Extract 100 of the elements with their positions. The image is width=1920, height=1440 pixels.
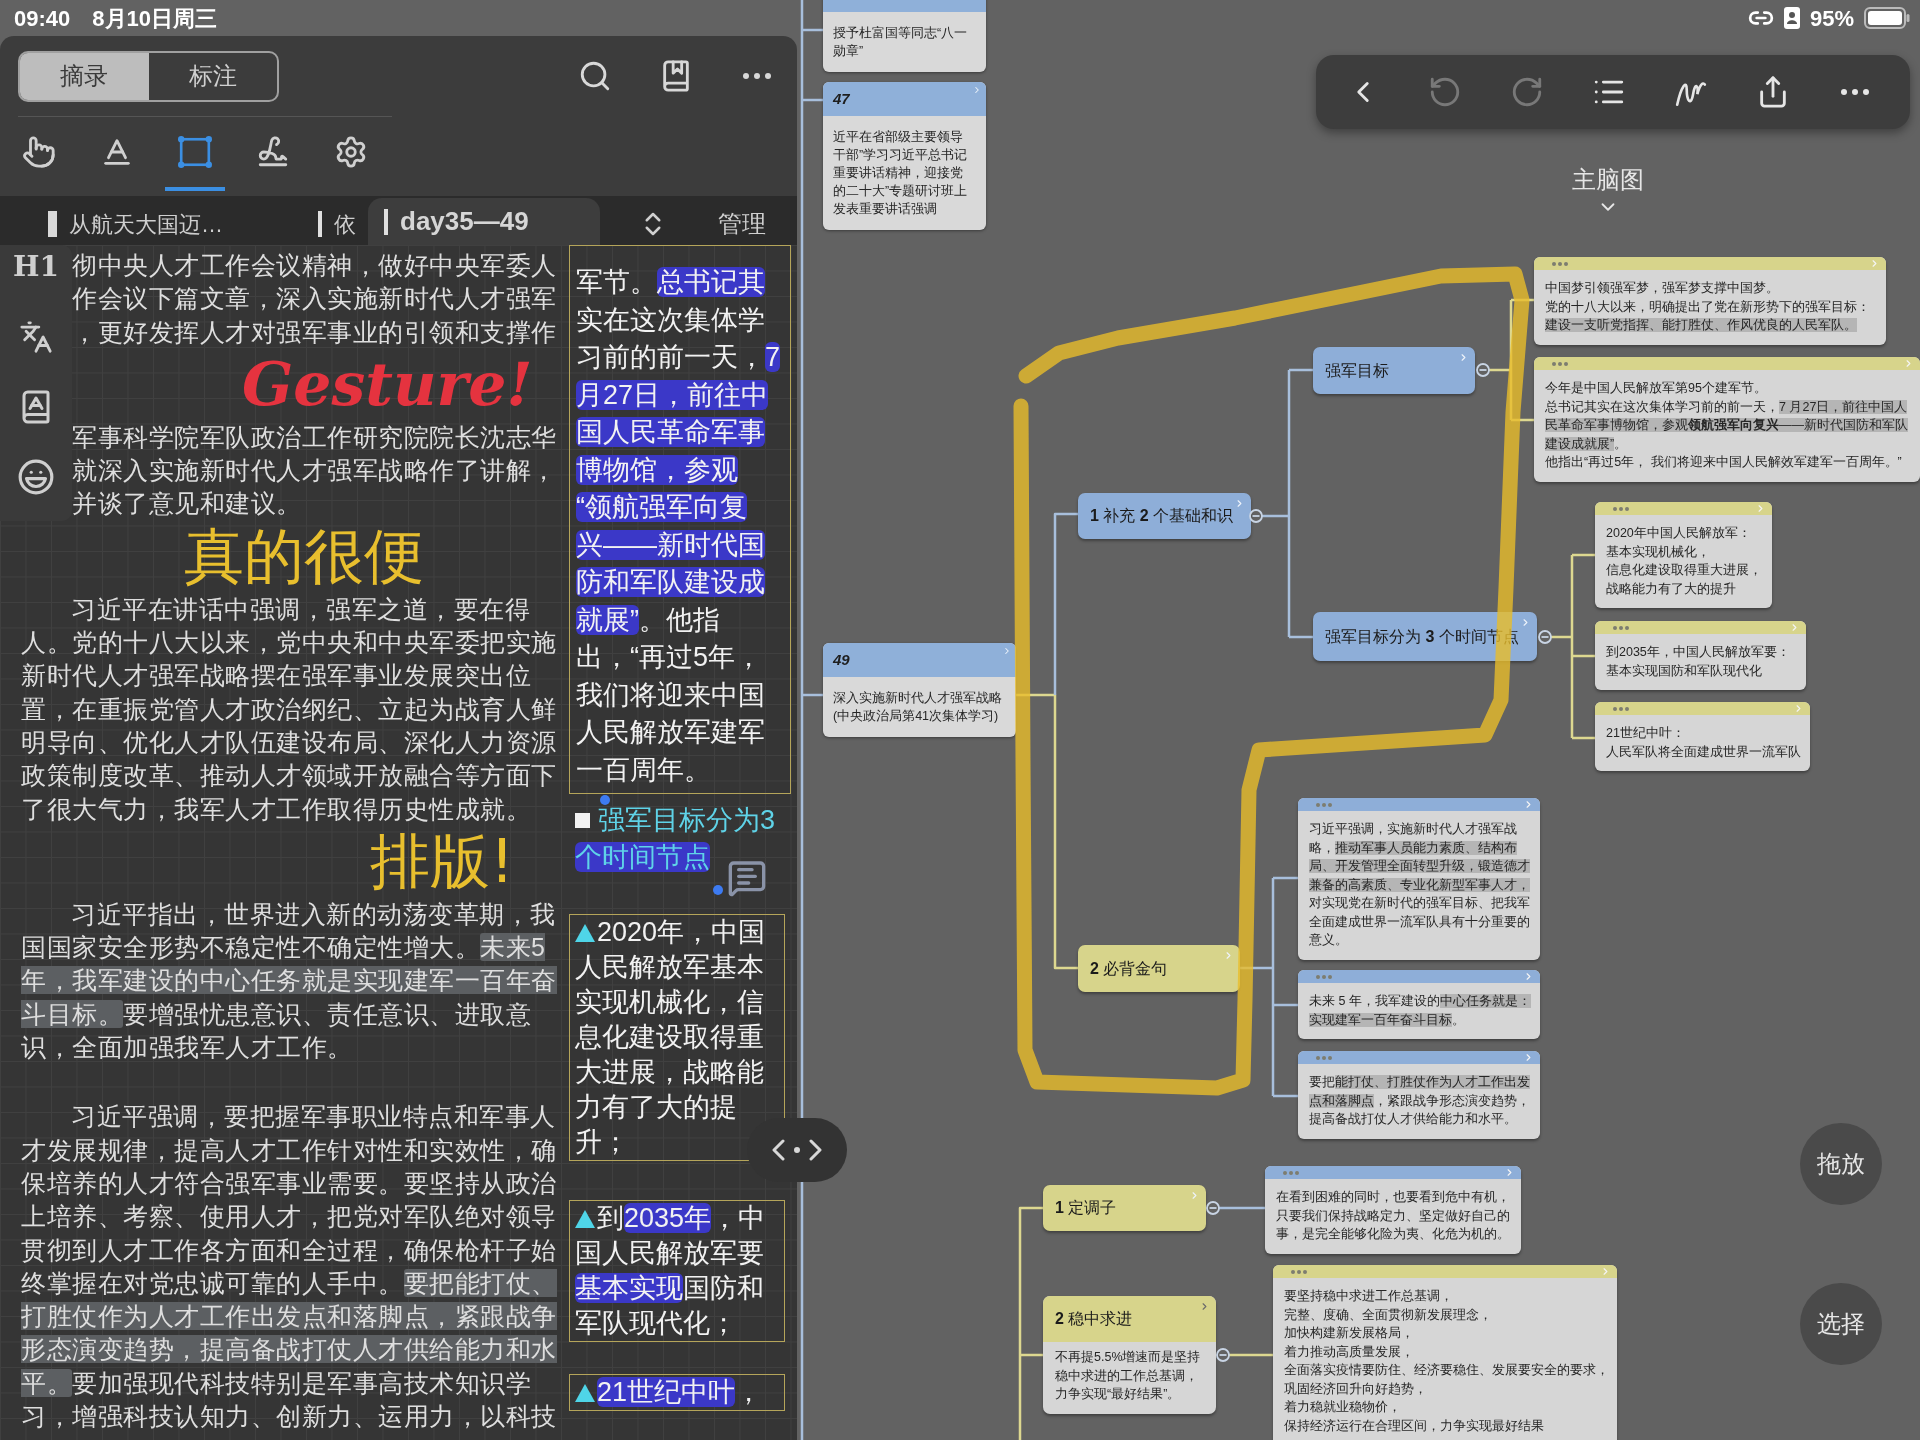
mode-tab[interactable]: 摘录 <box>20 52 149 100</box>
card-text-line: (中央政治局第41次集体学习) <box>833 708 1000 725</box>
body-paragraph: 军事科学院军队政治工作研究院院长沈志华就深入实施新时代人才强军战略作了讲解，并谈了意见和建议。 <box>72 421 558 520</box>
note-card[interactable]: 要把能打仗、打胜仗作为人才工作出发 点和落脚点，紧跟战争形态演变趋势， 提高备战打仗人才供给能力和水平。 <box>1298 1051 1540 1139</box>
note-card[interactable]: 在看到困难的同时，也要看到危中有机， 只要我们保持战略定力、坚定做好自己的 事，是完全能够化险为夷、化危为机的。 <box>1265 1166 1521 1254</box>
node-body-line: 不再提5.5%增速而是坚持 <box>1055 1349 1202 1366</box>
dots-icon <box>1316 1055 1332 1060</box>
handwritten-note: 真的很便 <box>184 522 424 592</box>
outline-card[interactable]: 49 深入实施新时代人才强军战略 (中央政治局第41次集体学习) <box>823 643 1016 737</box>
card-text-line: 未来 5 年，我军建设的中心任务就是： <box>1309 993 1529 1010</box>
chevron-right-icon <box>1520 617 1531 628</box>
note-heading-line: 强军目标分为3 <box>598 804 776 837</box>
comment-icon <box>727 858 767 898</box>
dots-icon <box>1613 706 1629 711</box>
dots-icon <box>1552 361 1568 366</box>
note-text-line: 出，“再过5年， <box>576 641 762 674</box>
dots-icon <box>1552 261 1568 266</box>
card-text-line: 授予杜富国等同志“八一 <box>833 25 969 42</box>
node-body-line: 稳中求进的工作总基调， <box>1055 1367 1199 1385</box>
note-text-line: 息化建设取得重 <box>575 1021 764 1054</box>
triangle-icon <box>575 1209 595 1228</box>
outline-card[interactable]: 47 近平在省部级主要领导 干部”学习习近平总书记 重要讲话精神，迎接党 的二十大”专题研讨班上 发表重要讲话强调 <box>823 82 986 230</box>
chevron-right-icon <box>972 85 982 95</box>
tab-marker-icon <box>48 211 57 237</box>
chevron-right-icon <box>1600 1266 1611 1277</box>
redo-icon <box>1510 75 1544 109</box>
card-text-line: 提高备战打仗人才供给能力和水平。 <box>1309 1111 1518 1128</box>
note-card[interactable]: 21世纪中叶： 人民军队将全面建成世界一流军队 <box>1595 702 1810 771</box>
triangle-icon <box>575 923 595 942</box>
note-card[interactable]: 未来 5 年，我军建设的中心任务就是： 实现建军一百年奋斗目标。 <box>1298 970 1540 1039</box>
mindmap-node[interactable]: 1 补充 2 个基础和识 <box>1078 493 1251 539</box>
handwritten-note: Gesture! <box>242 350 533 420</box>
dots-icon <box>1613 506 1629 511</box>
card-text-line: 的二十大”专题研讨班上 <box>833 183 969 200</box>
search-button[interactable] <box>578 59 612 93</box>
document-tab[interactable]: 依 <box>318 203 368 245</box>
selection-rectangle-icon <box>178 135 212 169</box>
card-text-line: 总书记其实在这次集体学习前的前一天，7 月27日，前往中国人 <box>1545 398 1909 416</box>
map-title-button[interactable]: 主脑图 <box>1568 164 1648 218</box>
card-text-line: 基本实现国防和军队现代化 <box>1606 662 1763 680</box>
square-bullet-icon <box>575 813 590 828</box>
note-text-line: 升； <box>575 1126 629 1159</box>
manage-button[interactable]: 管理 <box>718 203 766 245</box>
card-text-line: 全面落实疫情要防住、经济要稳住、发展要安全的要求， <box>1284 1362 1606 1379</box>
card-text-line: 要把能打仗、打胜仗作为人才工作出发 <box>1309 1074 1529 1091</box>
signature-icon <box>256 135 290 169</box>
hand-pointer-icon <box>22 135 56 169</box>
card-text-line: 完整、度确、全面贯彻新发展理念， <box>1284 1306 1493 1324</box>
gear-icon <box>334 135 368 169</box>
card-text-line: 着力推动高质量发展， <box>1284 1343 1415 1361</box>
node-label: 1 补充 2 个基础和识 <box>1090 506 1234 526</box>
card-text-line: 意义。 <box>1309 932 1349 949</box>
laughing-face-icon <box>17 458 55 496</box>
card-text-line: 对实现党在新时代的强军目标、把我军 <box>1309 895 1529 912</box>
body-paragraph: 彻中央人才工作会议精神，做好中央军委人作会议下篇文章，深入实施新时代人才强军，更好发挥人才对强军事业的引领和支撑作 <box>72 250 558 348</box>
note-card[interactable]: 中国梦引领强军梦，强军梦支撑中国梦。 党的十八大以来，明确提出了党在新形势下的强军目标： 建设一支听党指挥、能打胜仗、作风优良的人民军队。 <box>1534 257 1886 345</box>
card-text-line: 到2035年，中国人民解放军要： <box>1606 644 1791 661</box>
card-text-line: 加快构建新发展格局， <box>1284 1325 1415 1342</box>
translate-icon <box>19 320 53 354</box>
note-text-line: 我们将迎来中国 <box>576 678 765 712</box>
mindmap-node[interactable]: 强军目标 <box>1313 347 1475 394</box>
card-text-line: 战略能力有了大的提升 <box>1606 580 1737 598</box>
dots-icon <box>1613 625 1629 630</box>
undo-icon <box>1428 75 1462 109</box>
body-paragraph: 习近平在讲话中强调，强军之道，要在得人。党的十八大以来，党中央和中央军委把实施新时代人才强军战略摆在强军事业发展突出位置，在重振党管人才政治纲纪、立起为战育人鲜明导向、优化人才队伍建设布局、深化人力资源政策制度改革、推动人才领域开放融合等方面下了很大气力，我军人才工作取得历史性成就。 <box>21 593 558 825</box>
card-text-line: 事，是完全能够化险为夷、化危为机的。 <box>1276 1226 1510 1243</box>
note-card[interactable]: 今年是中国人民解放军第95个建军节。 总书记其实在这次集体学习前的前一天，7 月27日，前往中国人 民革命军事博物馆，参观领航强军向复兴——新时代国防和军队 建设成就展”。 他指出“再过5年， 我们将迎来中国人民解效军建军一百周年。” <box>1534 357 1920 482</box>
floating-button[interactable]: 拖放 <box>1800 1123 1882 1205</box>
chevrons-left-right-icon <box>771 1139 823 1161</box>
heading-button[interactable]: H1 <box>13 247 59 287</box>
battery-percent: 95% <box>1809 4 1854 33</box>
document-tab[interactable]: day35—49 <box>368 198 600 245</box>
selection-handle-icon <box>600 795 610 805</box>
card-text-line: 重要讲话精神，迎接党 <box>833 165 964 182</box>
card-text-line: 着力稳就业稳物价， <box>1284 1399 1402 1416</box>
note-card[interactable]: 2020年中国人民解放军： 基本实现机械化， 信息化建设取得重大进展， 战略能力有了大的提升 <box>1595 502 1772 608</box>
status-time: 09:40 <box>14 4 71 33</box>
note-card[interactable]: 习近平强调，实施新时代人才强军战 略，推动军事人员能力素质、结构布 局、开发管理全面转型升级，锻造德才 兼备的高素质、专业化新型军事人才， 对实现党在新时代的强军目标、把我军 全面建成世界一流军队具有十分重要的 意义。 <box>1298 798 1540 960</box>
card-text-line: 习近平强调，实施新时代人才强军战 <box>1309 821 1518 838</box>
card-number: 49 <box>833 649 850 670</box>
mode-tab[interactable]: 标注 <box>148 52 277 100</box>
node-label: 强军目标 <box>1325 360 1389 381</box>
card-number: 47 <box>833 88 850 109</box>
card-text-line: 人民军队将全面建成世界一流军队 <box>1606 743 1799 761</box>
document-tab[interactable]: 从航天大国迈… <box>0 203 318 245</box>
floating-button[interactable]: 选择 <box>1800 1283 1882 1365</box>
note-text-line: 一百周年。 <box>576 753 711 787</box>
mindmap-node[interactable]: 2 必背金句 <box>1078 945 1240 992</box>
card-text-line: 巩固经济回升向好趋势， <box>1284 1380 1428 1398</box>
outline-card[interactable]: 授予杜富国等同志“八一 勋章” <box>823 0 986 72</box>
note-card[interactable]: 到2035年，中国人民解放军要： 基本实现国防和军队现代化 <box>1595 621 1806 690</box>
more-icon <box>1840 89 1870 95</box>
card-text-line: 他指出“再过5年， 我们将迎来中国人民解效军建军一百周年。” <box>1545 454 1903 471</box>
dots-icon <box>1283 1170 1299 1175</box>
note-text-line: 习前的前一天，7 <box>576 341 781 374</box>
mindmap-node[interactable]: 1 定调子 <box>1043 1185 1206 1231</box>
mindmap-node[interactable]: 2 稳中求进 不再提5.5%增速而是坚持 稳中求进的工作总基调， 力争实现“最好结果”。 <box>1043 1296 1216 1414</box>
note-text-line: 军节。总书记其 <box>576 266 765 299</box>
note-card[interactable]: 要坚持稳中求进工作总基调， 完整、度确、全面贯彻新发展理念， 加快构建新发展格局， 着力推动高质量发展， 全面落实疫情要防住、经济要稳住、发展要安全的要求， 巩固经济回升向好趋势， 着力稳就业稳物价， 保持经济运行在合理区间，力争实现最好结果 <box>1273 1265 1617 1440</box>
emoji-button[interactable] <box>16 457 56 497</box>
